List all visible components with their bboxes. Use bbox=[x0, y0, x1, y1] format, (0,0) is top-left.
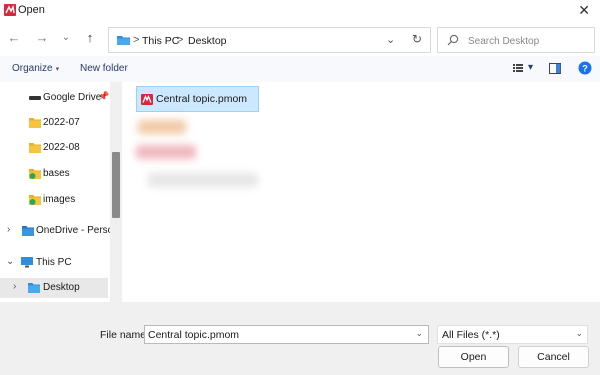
close-icon[interactable]: ✕ bbox=[578, 2, 590, 19]
navigation-pane: Google Drive 📌 2022-07 2022-08 bases ima… bbox=[0, 82, 122, 302]
view-options-icon[interactable] bbox=[513, 63, 523, 73]
folder-icon bbox=[29, 118, 41, 128]
onedrive-icon bbox=[22, 226, 34, 236]
pc-icon bbox=[21, 257, 33, 268]
organize-caret-icon: ▾ bbox=[55, 66, 60, 73]
search-icon bbox=[447, 34, 459, 46]
chevron-right-icon[interactable]: › bbox=[7, 224, 10, 235]
breadcrumb-this-pc[interactable]: This PC bbox=[142, 35, 179, 47]
synced-folder-icon bbox=[29, 169, 41, 179]
cancel-button[interactable]: Cancel bbox=[518, 346, 589, 368]
file-type-dropdown-icon[interactable]: ⌄ bbox=[575, 328, 583, 339]
app-logo-icon bbox=[4, 4, 16, 16]
sidebar-item-label: 2022-08 bbox=[43, 142, 80, 153]
drive-icon bbox=[29, 96, 41, 100]
new-folder-button[interactable]: New folder bbox=[80, 63, 128, 74]
sidebar-item-label: Desktop bbox=[43, 282, 80, 293]
sidebar-item-bases[interactable]: bases bbox=[0, 164, 108, 184]
file-type-select[interactable]: All Files (*.*) ⌄ bbox=[437, 325, 588, 344]
open-button[interactable]: Open bbox=[438, 346, 509, 368]
sidebar-item-label: images bbox=[43, 194, 76, 205]
sidebar-item-desktop[interactable]: › Desktop bbox=[0, 278, 108, 298]
blurred-file-item[interactable] bbox=[148, 173, 258, 187]
sidebar-scrollbar[interactable] bbox=[110, 82, 122, 302]
sidebar-item-label: OneDrive - Perso bbox=[36, 225, 114, 236]
file-name-label: Central topic.pmom bbox=[156, 93, 248, 105]
sidebar-item-this-pc[interactable]: ⌄ This PC bbox=[0, 253, 108, 273]
sidebar-item-2022-08[interactable]: 2022-08 bbox=[0, 138, 108, 158]
search-box[interactable] bbox=[437, 27, 595, 53]
window-title: Open bbox=[18, 4, 45, 16]
view-options-caret-icon[interactable]: ▾ bbox=[528, 62, 533, 73]
desktop-folder-icon bbox=[117, 36, 130, 45]
sidebar-item-images[interactable]: images bbox=[0, 190, 108, 210]
organize-label: Organize bbox=[12, 63, 53, 74]
sidebar-item-label: This PC bbox=[36, 257, 72, 268]
dialog-footer: File name: Central topic.pmom ⌄ All File… bbox=[0, 302, 600, 375]
preview-pane-icon[interactable] bbox=[549, 63, 561, 74]
file-name-value[interactable]: Central topic.pmom bbox=[148, 329, 239, 341]
up-arrow-icon[interactable]: ↑ bbox=[82, 30, 98, 46]
file-name-field[interactable]: Central topic.pmom ⌄ bbox=[144, 325, 429, 344]
breadcrumb-separator: > bbox=[177, 34, 184, 46]
file-type-value: All Files (*.*) bbox=[442, 329, 500, 341]
folder-icon bbox=[29, 143, 41, 153]
organize-menu[interactable]: Organize ▾ bbox=[12, 63, 59, 74]
file-item-selected[interactable]: Central topic.pmom bbox=[136, 86, 259, 112]
chevron-right-icon[interactable]: › bbox=[13, 281, 16, 292]
title-bar: Open ✕ bbox=[0, 0, 600, 22]
svg-text:?: ? bbox=[582, 64, 588, 74]
refresh-icon[interactable]: ↻ bbox=[412, 32, 422, 46]
sidebar-item-label: bases bbox=[43, 168, 70, 179]
forward-arrow-icon[interactable]: → bbox=[34, 30, 50, 46]
scrollbar-thumb[interactable] bbox=[112, 152, 120, 218]
synced-folder-icon bbox=[29, 195, 41, 205]
sidebar-item-onedrive[interactable]: › OneDrive - Perso bbox=[0, 221, 113, 241]
sidebar-item-label: Google Drive bbox=[43, 92, 102, 103]
navigation-bar: ← → ⌄ ↑ > This PC > Desktop ⌄ ↻ bbox=[0, 22, 600, 56]
breadcrumb-separator: > bbox=[133, 34, 140, 46]
sidebar-item-2022-07[interactable]: 2022-07 bbox=[0, 113, 108, 133]
help-icon[interactable]: ? bbox=[578, 61, 592, 75]
file-name-dropdown-icon[interactable]: ⌄ bbox=[415, 328, 423, 339]
command-toolbar: Organize ▾ New folder ▾ ? bbox=[0, 56, 600, 82]
sidebar-item-google-drive[interactable]: Google Drive 📌 bbox=[0, 88, 110, 108]
breadcrumb-desktop[interactable]: Desktop bbox=[188, 35, 227, 47]
pin-icon: 📌 bbox=[98, 91, 110, 101]
address-bar[interactable]: > This PC > Desktop ⌄ ↻ bbox=[108, 27, 431, 53]
mindmap-file-icon bbox=[141, 94, 153, 105]
back-arrow-icon[interactable]: ← bbox=[6, 30, 22, 46]
recent-locations-chevron-icon[interactable]: ⌄ bbox=[58, 30, 74, 46]
file-name-label: File name: bbox=[100, 329, 150, 341]
blurred-file-item[interactable] bbox=[138, 120, 186, 134]
file-list: Central topic.pmom bbox=[124, 82, 600, 302]
search-input[interactable] bbox=[468, 33, 588, 49]
address-dropdown-icon[interactable]: ⌄ bbox=[386, 33, 395, 46]
desktop-folder-icon bbox=[28, 283, 40, 293]
blurred-file-item[interactable] bbox=[136, 145, 196, 159]
chevron-down-icon[interactable]: ⌄ bbox=[6, 256, 14, 267]
sidebar-item-label: 2022-07 bbox=[43, 117, 80, 128]
